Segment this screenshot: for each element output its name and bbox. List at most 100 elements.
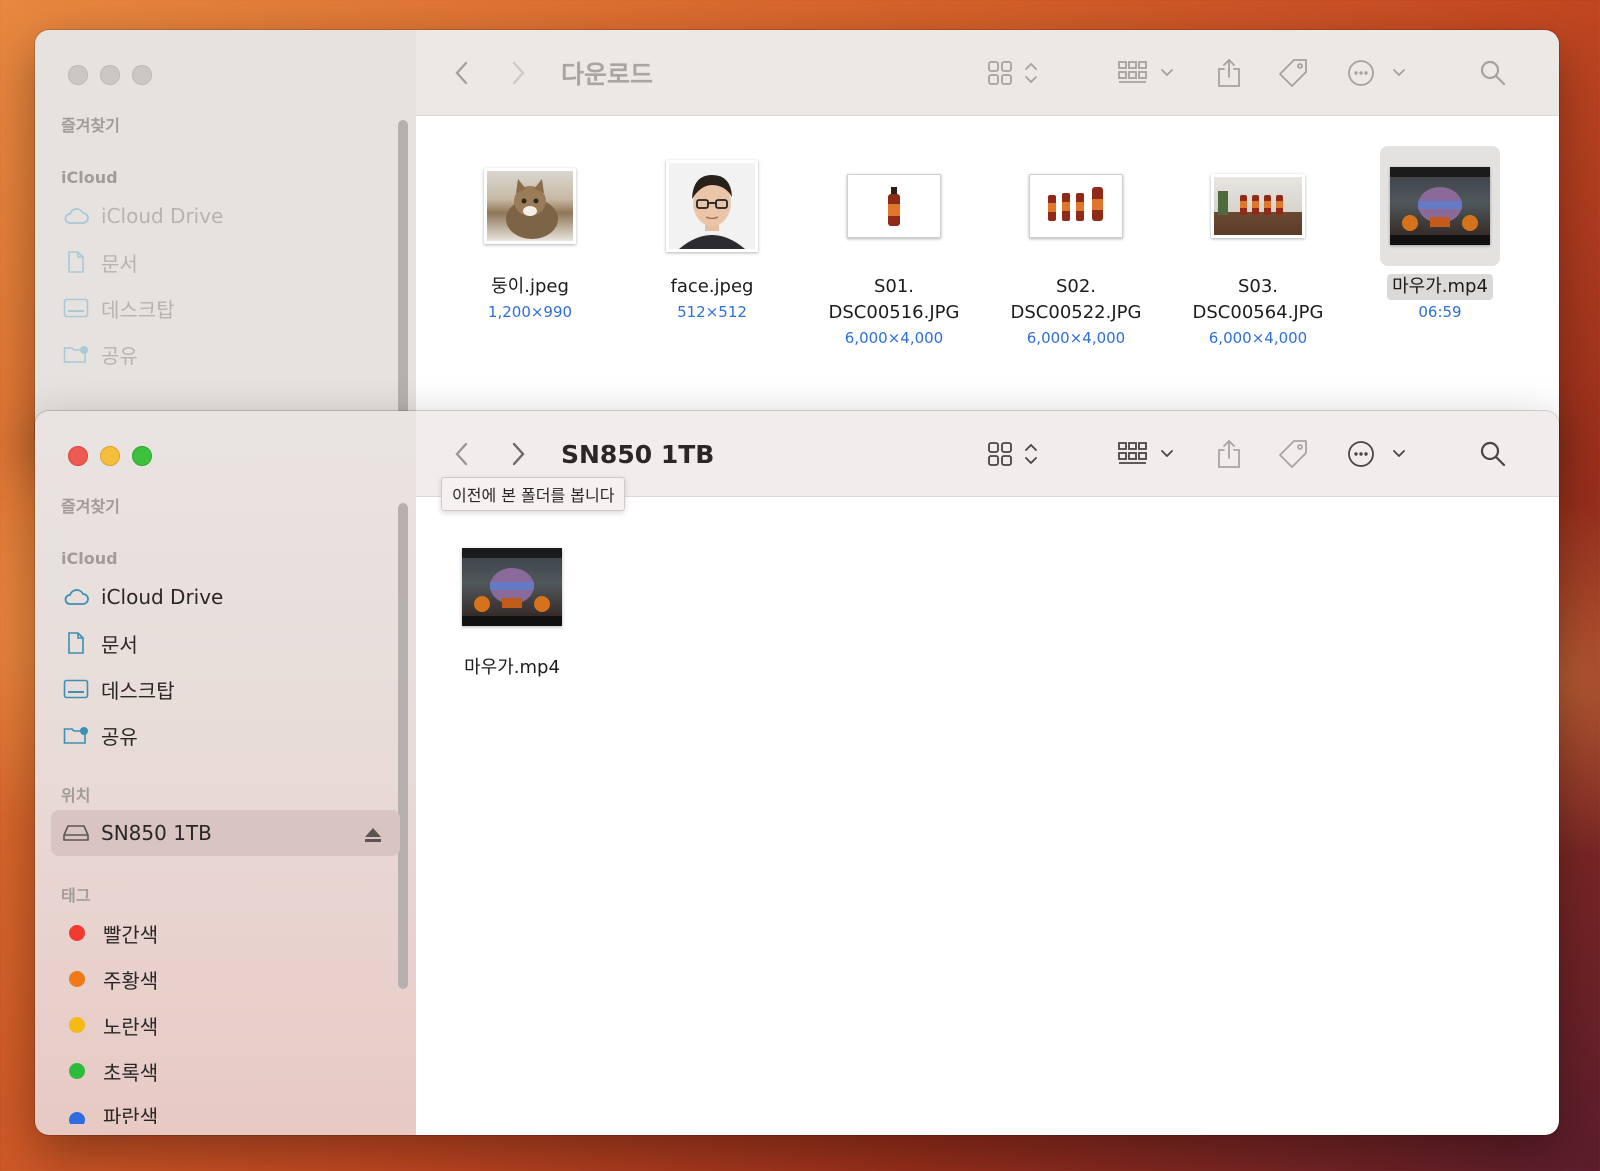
file-item[interactable]: 둥이.jpeg 1,200×990 bbox=[440, 146, 620, 324]
share-icon[interactable] bbox=[1214, 411, 1244, 497]
file-item[interactable]: S01. DSC00516.JPG 6,000×4,000 bbox=[804, 146, 984, 350]
red-tag-dot-icon bbox=[69, 925, 85, 941]
sidebar-scrollbar[interactable] bbox=[398, 503, 408, 989]
back-chevron-icon[interactable] bbox=[446, 30, 476, 116]
file-name: 둥이.jpeg bbox=[491, 276, 569, 297]
sidebar-item-icloud-drive[interactable]: iCloud Drive bbox=[35, 193, 416, 239]
sidebar: 즐겨찾기 iCloud iCloud Drive 문서 데스크탑 공유 위치 S… bbox=[35, 411, 416, 1135]
window-title: 다운로드 bbox=[561, 60, 654, 89]
sidebar-item-icloud-drive[interactable]: iCloud Drive bbox=[35, 574, 416, 620]
more-actions-icon[interactable] bbox=[1346, 30, 1406, 116]
tag-icon[interactable] bbox=[1276, 30, 1310, 116]
more-actions-icon[interactable] bbox=[1346, 411, 1406, 497]
sidebar: 즐겨찾기 iCloud iCloud Drive 문서 데스크탑 공유 bbox=[35, 30, 416, 450]
file-item[interactable]: 마우가.mp4 bbox=[422, 527, 602, 681]
search-icon[interactable] bbox=[1476, 30, 1510, 116]
blue-tag-dot-icon bbox=[69, 1112, 85, 1124]
file-grid: 마우가.mp4 bbox=[416, 497, 1559, 1135]
sidebar-item-label: 초록색 bbox=[103, 1060, 159, 1085]
shared-folder-icon bbox=[63, 341, 89, 367]
eject-icon[interactable] bbox=[364, 824, 382, 848]
file-name: 마우가.mp4 bbox=[1387, 274, 1493, 300]
desktop-icon bbox=[63, 676, 89, 702]
sidebar-item-label: SN850 1TB bbox=[101, 821, 212, 845]
sidebar-tag-green[interactable]: 초록색 bbox=[35, 1048, 416, 1094]
sidebar-item-label: 문서 bbox=[101, 251, 138, 276]
search-icon[interactable] bbox=[1476, 411, 1510, 497]
finder-window-sn850[interactable]: 즐겨찾기 iCloud iCloud Drive 문서 데스크탑 공유 위치 S… bbox=[35, 411, 1559, 1135]
file-item[interactable]: S02. DSC00522.JPG 6,000×4,000 bbox=[986, 146, 1166, 350]
file-duration: 06:59 bbox=[1418, 303, 1462, 321]
forward-chevron-icon[interactable] bbox=[504, 30, 534, 116]
file-item[interactable]: face.jpeg 512×512 bbox=[622, 146, 802, 324]
sidebar-item-label: 파란색 bbox=[103, 1105, 159, 1124]
orange-tag-dot-icon bbox=[69, 971, 85, 987]
group-view-icon[interactable] bbox=[1116, 30, 1178, 116]
minimize-button[interactable] bbox=[100, 65, 120, 85]
file-item-selected[interactable]: 마우가.mp4 06:59 bbox=[1350, 146, 1530, 324]
shared-folder-icon bbox=[63, 722, 89, 748]
sidebar-item-documents[interactable]: 문서 bbox=[35, 239, 416, 285]
section-header-icloud: iCloud bbox=[61, 168, 118, 187]
maximize-button[interactable] bbox=[132, 65, 152, 85]
back-button-tooltip: 이전에 본 폴더를 봅니다 bbox=[441, 477, 626, 511]
close-button[interactable] bbox=[68, 65, 88, 85]
section-header-icloud: iCloud bbox=[61, 549, 118, 568]
maximize-button[interactable] bbox=[132, 446, 152, 466]
sidebar-item-label: 데스크탑 bbox=[101, 678, 175, 703]
sidebar-item-shared[interactable]: 공유 bbox=[35, 712, 416, 758]
file-dimensions: 512×512 bbox=[677, 303, 747, 321]
cloud-icon bbox=[63, 203, 89, 229]
sidebar-item-desktop[interactable]: 데스크탑 bbox=[35, 285, 416, 331]
sidebar-tag-yellow[interactable]: 노란색 bbox=[35, 1002, 416, 1048]
file-dimensions: 6,000×4,000 bbox=[1026, 329, 1126, 347]
section-header-favorites: 즐겨찾기 bbox=[61, 497, 120, 516]
sidebar-item-label: 공유 bbox=[101, 724, 138, 749]
group-view-icon[interactable] bbox=[1116, 411, 1178, 497]
bottles-on-table-thumbnail bbox=[1211, 174, 1305, 238]
green-tag-dot-icon bbox=[69, 1063, 85, 1079]
icon-view-toggle[interactable] bbox=[986, 30, 1046, 116]
sidebar-item-sn850[interactable]: SN850 1TB bbox=[51, 810, 400, 856]
video-frame-thumbnail bbox=[462, 548, 562, 626]
file-item[interactable]: S03. DSC00564.JPG 6,000×4,000 bbox=[1168, 146, 1348, 350]
minimize-button[interactable] bbox=[100, 446, 120, 466]
close-button[interactable] bbox=[68, 446, 88, 466]
sidebar-item-label: 빨간색 bbox=[103, 922, 159, 947]
drive-icon bbox=[63, 820, 89, 846]
face-avatar-thumbnail bbox=[666, 160, 758, 252]
window-controls bbox=[35, 445, 416, 467]
sidebar-item-label: 데스크탑 bbox=[101, 297, 175, 322]
sidebar-item-label: 주황색 bbox=[103, 968, 159, 993]
file-name: 마우가.mp4 bbox=[464, 657, 560, 678]
document-icon bbox=[63, 249, 89, 275]
icon-view-toggle[interactable] bbox=[986, 411, 1046, 497]
finder-window-downloads[interactable]: 즐겨찾기 iCloud iCloud Drive 문서 데스크탑 공유 다운로드 bbox=[35, 30, 1559, 450]
one-bottle-thumbnail bbox=[847, 174, 941, 238]
sidebar-tag-orange[interactable]: 주황색 bbox=[35, 956, 416, 1002]
tag-icon[interactable] bbox=[1276, 411, 1310, 497]
sidebar-item-label: 노란색 bbox=[103, 1014, 159, 1039]
section-header-locations: 위치 bbox=[61, 786, 91, 805]
window-controls bbox=[35, 64, 416, 86]
toolbar: 다운로드 bbox=[416, 30, 1559, 116]
yellow-tag-dot-icon bbox=[69, 1017, 85, 1033]
file-name: S01. DSC00516.JPG bbox=[828, 276, 960, 323]
file-dimensions: 6,000×4,000 bbox=[1208, 329, 1308, 347]
sidebar-item-documents[interactable]: 문서 bbox=[35, 620, 416, 666]
file-grid: 둥이.jpeg 1,200×990 face.jpeg 512×512 S01.… bbox=[416, 116, 1559, 450]
share-icon[interactable] bbox=[1214, 30, 1244, 116]
sidebar-tag-red[interactable]: 빨간색 bbox=[35, 910, 416, 956]
file-dimensions: 6,000×4,000 bbox=[844, 329, 944, 347]
sidebar-item-label: 공유 bbox=[101, 343, 138, 368]
sidebar-tag-blue[interactable]: 파란색 bbox=[35, 1094, 416, 1124]
cat-photo-thumbnail bbox=[484, 168, 576, 244]
desktop-icon bbox=[63, 295, 89, 321]
sidebar-item-desktop[interactable]: 데스크탑 bbox=[35, 666, 416, 712]
sidebar-item-label: iCloud Drive bbox=[101, 204, 224, 228]
sidebar-scrollbar[interactable] bbox=[398, 120, 408, 440]
section-header-favorites: 즐겨찾기 bbox=[61, 116, 120, 135]
sidebar-item-shared[interactable]: 공유 bbox=[35, 331, 416, 377]
file-dimensions: 1,200×990 bbox=[487, 303, 573, 321]
document-icon bbox=[63, 630, 89, 656]
